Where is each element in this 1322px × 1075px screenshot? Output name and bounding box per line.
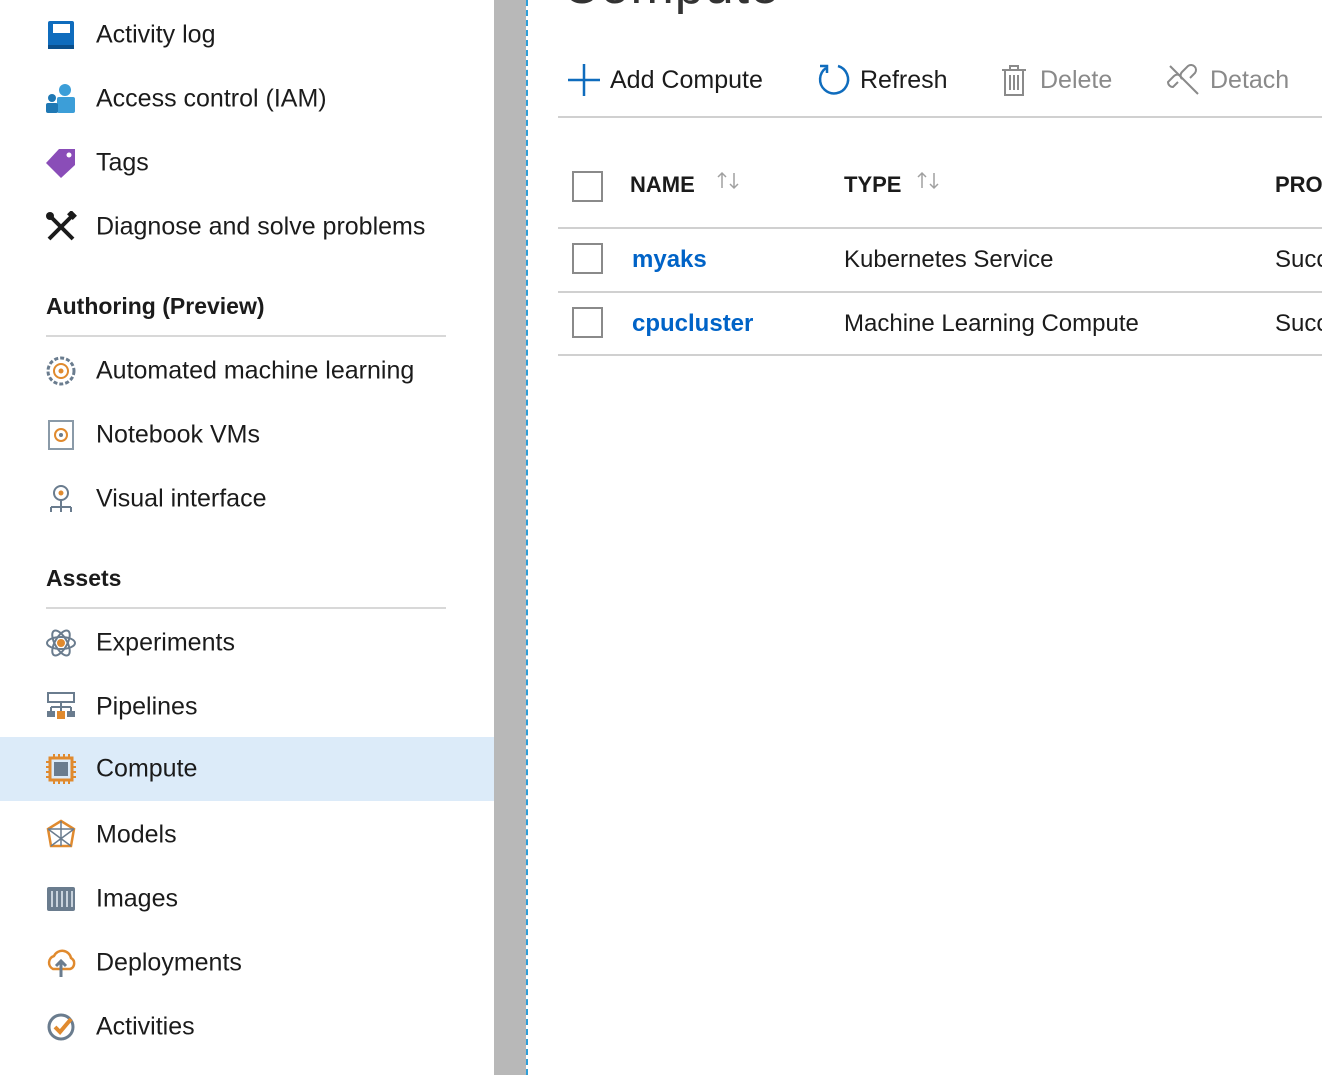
column-header-type[interactable]: TYPE — [844, 172, 901, 198]
sidebar-item-images[interactable]: Images — [0, 867, 494, 931]
detach-label: Detach — [1210, 65, 1290, 94]
compute-name-link[interactable]: myaks — [632, 246, 707, 274]
compute-status: Succ — [1275, 310, 1322, 337]
sidebar-item-label: Compute — [96, 754, 198, 783]
add-compute-label: Add Compute — [610, 65, 763, 94]
sidebar-item-access-control[interactable]: Access control (IAM) — [0, 67, 494, 131]
sidebar-item-label: Diagnose and solve problems — [96, 212, 426, 241]
row-divider — [558, 354, 1322, 356]
section-divider — [46, 607, 446, 609]
column-header-provisioning[interactable]: PROV — [1275, 172, 1322, 198]
delete-button[interactable]: Delete — [996, 58, 1112, 102]
activity-log-icon — [45, 19, 77, 51]
sidebar-item-visual-interface[interactable]: Visual interface — [0, 467, 494, 531]
detach-button[interactable]: Detach — [1166, 58, 1289, 102]
sidebar-item-label: Automated machine learning — [96, 356, 415, 385]
add-compute-button[interactable]: Add Compute — [566, 58, 763, 102]
sidebar-item-label: Pipelines — [96, 692, 198, 721]
trash-icon — [1002, 65, 1026, 96]
compute-icon — [45, 753, 77, 785]
compute-type: Kubernetes Service — [844, 246, 1054, 273]
header-divider — [558, 227, 1322, 229]
plus-icon — [568, 64, 600, 96]
pane-splitter[interactable] — [494, 0, 526, 1075]
automl-icon — [45, 355, 77, 387]
pipelines-icon — [45, 691, 77, 723]
sidebar-item-deployments[interactable]: Deployments — [0, 931, 494, 995]
sidebar-item-diagnose[interactable]: Diagnose and solve problems — [0, 195, 494, 259]
sort-type-icon[interactable] — [916, 170, 942, 192]
experiments-icon — [45, 627, 77, 659]
refresh-label: Refresh — [860, 65, 948, 94]
deployments-icon — [45, 947, 77, 979]
sidebar-item-notebook-vms[interactable]: Notebook VMs — [0, 403, 494, 467]
sidebar-item-label: Models — [96, 820, 177, 849]
page-title: Compute — [562, 0, 780, 16]
sidebar-item-models[interactable]: Models — [0, 803, 494, 867]
visual-interface-icon — [45, 483, 77, 515]
compute-type: Machine Learning Compute — [844, 310, 1139, 337]
sidebar-item-label: Deployments — [96, 948, 242, 977]
sidebar-item-label: Activities — [96, 1012, 195, 1041]
sidebar-item-tags[interactable]: Tags — [0, 131, 494, 195]
sidebar-item-pipelines[interactable]: Pipelines — [0, 675, 494, 739]
main-content: Compute Add Compute Refresh Delete Detac… — [528, 0, 1322, 1075]
delete-label: Delete — [1040, 65, 1113, 94]
refresh-button[interactable]: Refresh — [816, 58, 948, 102]
sidebar-item-activities[interactable]: Activities — [0, 995, 494, 1059]
sidebar: Activity log Access control (IAM) Tags D… — [0, 0, 494, 1075]
row-divider — [558, 291, 1322, 293]
models-icon — [45, 819, 77, 851]
compute-status: Succ — [1275, 246, 1322, 273]
activities-icon — [45, 1011, 77, 1043]
wrench-screwdriver-icon — [45, 211, 77, 243]
sort-name-icon[interactable] — [716, 170, 742, 192]
sidebar-item-label: Tags — [96, 148, 149, 177]
detach-link-icon — [1166, 64, 1199, 95]
column-header-name[interactable]: NAME — [630, 172, 695, 198]
sidebar-item-label: Experiments — [96, 628, 235, 657]
sidebar-item-activity-log[interactable]: Activity log — [0, 3, 494, 67]
images-icon — [45, 883, 77, 915]
row-checkbox[interactable] — [572, 307, 603, 338]
sidebar-item-label: Images — [96, 884, 178, 913]
select-all-checkbox[interactable] — [572, 171, 603, 202]
section-divider — [46, 335, 446, 337]
sidebar-item-compute[interactable]: Compute — [0, 737, 494, 801]
sidebar-item-label: Visual interface — [96, 484, 267, 513]
tag-icon — [45, 147, 77, 179]
refresh-icon — [818, 64, 850, 95]
notebook-icon — [45, 419, 77, 451]
compute-name-link[interactable]: cpucluster — [632, 310, 753, 338]
section-header-authoring: Authoring (Preview) — [46, 293, 265, 319]
sidebar-item-label: Activity log — [96, 20, 216, 49]
sidebar-item-label: Access control (IAM) — [96, 84, 327, 113]
row-checkbox[interactable] — [572, 243, 603, 274]
section-header-assets: Assets — [46, 565, 122, 591]
toolbar-divider — [558, 116, 1322, 118]
access-control-icon — [45, 83, 77, 115]
sidebar-item-automated-ml[interactable]: Automated machine learning — [0, 339, 494, 403]
sidebar-item-label: Notebook VMs — [96, 420, 260, 449]
sidebar-item-experiments[interactable]: Experiments — [0, 611, 494, 675]
